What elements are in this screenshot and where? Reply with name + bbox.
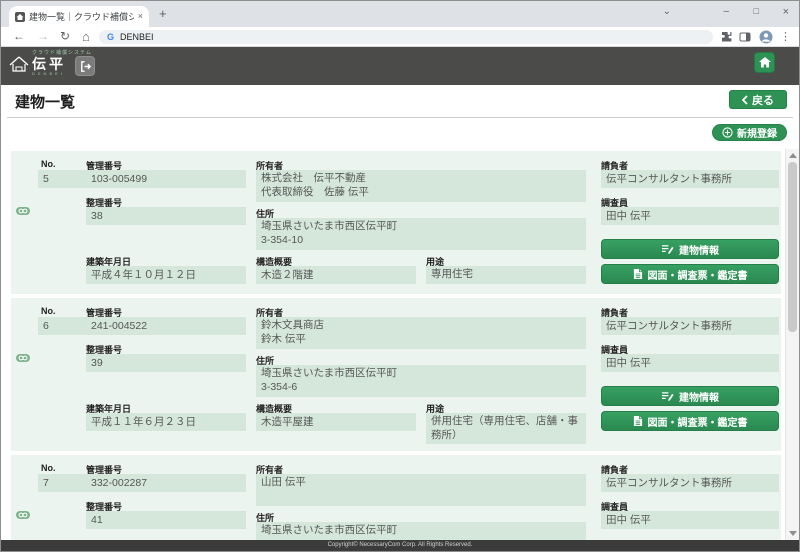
window-minimize-button[interactable]: – — [723, 7, 729, 17]
building-info-label: 建物情報 — [679, 389, 719, 404]
documents-button[interactable]: 図面・調査票・鑑定書 — [601, 264, 779, 284]
ref-no-value: 41 — [86, 511, 246, 529]
page-content: 建物一覧 戻る 新規登録 No. 5 管理番号 103-005499 整理番号 … — [1, 85, 799, 540]
surveyor-value: 田中 伝平 — [601, 511, 779, 529]
new-tab-button[interactable]: + — [159, 6, 167, 21]
contractor-value: 伝平コンサルタント事務所 — [601, 170, 779, 188]
usage-value: 併用住宅（専用住宅、店舗・事務所） — [426, 413, 586, 444]
mgmt-no-value: 332-002287 — [86, 474, 246, 492]
tab-search-chevron-icon[interactable]: ⌄ — [663, 7, 671, 17]
no-label: No. — [41, 159, 56, 169]
structure-value: 木造平屋建 — [256, 413, 416, 431]
building-info-label: 建物情報 — [679, 242, 719, 257]
new-registration-button[interactable]: 新規登録 — [712, 124, 787, 141]
address-value: 埼玉県さいたま市西区伝平町 3-354-10 — [256, 218, 586, 250]
structure-value: 木造２階建 — [256, 266, 416, 284]
browser-home-icon[interactable]: ⌂ — [82, 29, 90, 46]
building-info-button[interactable]: 建物情報 — [601, 239, 779, 259]
link-icon — [16, 207, 30, 215]
scroll-up-icon[interactable] — [789, 153, 797, 158]
profile-avatar[interactable] — [759, 30, 773, 44]
building-info-button[interactable]: 建物情報 — [601, 386, 779, 406]
app-home-button[interactable] — [754, 52, 775, 73]
window-maximize-button[interactable]: □ — [754, 7, 759, 16]
side-panel-icon[interactable] — [739, 31, 751, 43]
back-button[interactable]: 戻る — [729, 90, 787, 109]
documents-label: 図面・調査票・鑑定書 — [648, 414, 748, 429]
new-registration-label: 新規登録 — [737, 125, 777, 140]
no-label: No. — [41, 463, 56, 473]
owner-value: 山田 伝平 — [256, 474, 586, 506]
no-value: 6 — [38, 317, 88, 335]
logout-icon — [79, 60, 92, 73]
vertical-scrollbar[interactable] — [785, 149, 799, 540]
no-value: 5 — [38, 170, 88, 188]
home-icon — [759, 57, 771, 68]
reload-icon[interactable]: ↻ — [60, 29, 70, 45]
url-text: DENBEI — [120, 32, 154, 42]
app-header: クラウド補償システム 伝平 DENBEI — [1, 47, 799, 85]
document-icon — [633, 415, 643, 427]
browser-toolbar: ← → ↻ ⌂ G DENBEI ⋮ — [1, 27, 799, 47]
scroll-down-icon[interactable] — [789, 531, 797, 536]
contractor-value: 伝平コンサルタント事務所 — [601, 474, 779, 492]
chevron-left-icon — [742, 95, 748, 105]
ref-no-value: 39 — [86, 354, 246, 372]
surveyor-value: 田中 伝平 — [601, 207, 779, 225]
copyright-footer: Copyright© NecessaryCom Corp. All Rights… — [1, 540, 799, 551]
forward-icon[interactable]: → — [37, 29, 49, 45]
window-close-button[interactable]: × — [783, 7, 789, 18]
owner-value: 鈴木文具商店 鈴木 伝平 — [256, 317, 586, 349]
title-divider — [7, 117, 793, 118]
address-bar[interactable]: G DENBEI — [99, 30, 713, 44]
house-logo-icon — [9, 56, 29, 72]
google-icon: G — [107, 33, 114, 42]
plus-circle-icon — [722, 127, 733, 138]
link-icon — [16, 354, 30, 362]
owner-value: 株式会社 伝平不動産 代表取締役 佐藤 伝平 — [256, 170, 586, 202]
mgmt-no-value: 241-004522 — [86, 317, 246, 335]
ref-no-value: 38 — [86, 207, 246, 225]
link-icon — [16, 511, 30, 519]
browser-tab[interactable]: 建物一覧｜クラウド補償システム 伝平 × — [9, 6, 149, 27]
surveyor-value: 田中 伝平 — [601, 354, 779, 372]
tab-title: 建物一覧｜クラウド補償システム 伝平 — [29, 10, 134, 23]
edit-list-icon — [661, 244, 674, 255]
building-record: No. 5 管理番号 103-005499 整理番号 38 所有者 株式会社 伝… — [11, 151, 781, 294]
scrollbar-thumb[interactable] — [788, 162, 797, 332]
document-icon — [633, 268, 643, 280]
page-title: 建物一覧 — [15, 91, 75, 112]
logout-button[interactable] — [75, 56, 95, 76]
address-value: 埼玉県さいたま市西区伝平町 3-355-1 — [256, 522, 586, 540]
extensions-icon[interactable] — [721, 31, 733, 43]
usage-value: 専用住宅 — [426, 266, 586, 284]
no-label: No. — [41, 306, 56, 316]
built-date-value: 平成１１年６月２３日 — [86, 413, 246, 431]
building-record: No. 6 管理番号 241-004522 整理番号 39 所有者 鈴木文具商店… — [11, 298, 781, 451]
favicon-denbei-icon — [15, 12, 25, 22]
built-date-value: 平成４年１０月１２日 — [86, 266, 246, 284]
back-button-label: 戻る — [752, 92, 774, 108]
documents-button[interactable]: 図面・調査票・鑑定書 — [601, 411, 779, 431]
tab-close-icon[interactable]: × — [138, 12, 143, 21]
no-value: 7 — [38, 474, 88, 492]
mgmt-no-value: 103-005499 — [86, 170, 246, 188]
back-icon[interactable]: ← — [13, 29, 25, 45]
documents-label: 図面・調査票・鑑定書 — [648, 267, 748, 282]
address-value: 埼玉県さいたま市西区伝平町 3-354-6 — [256, 365, 586, 397]
building-record: No. 7 管理番号 332-002287 整理番号 41 所有者 山田 伝平 … — [11, 455, 781, 540]
browser-window: 建物一覧｜クラウド補償システム 伝平 × + ⌄ – □ × ← → ↻ ⌂ G… — [0, 0, 800, 552]
edit-list-icon — [661, 391, 674, 402]
building-list: No. 5 管理番号 103-005499 整理番号 38 所有者 株式会社 伝… — [1, 149, 799, 540]
contractor-value: 伝平コンサルタント事務所 — [601, 317, 779, 335]
browser-menu-icon[interactable]: ⋮ — [780, 30, 791, 42]
browser-tab-bar: 建物一覧｜クラウド補償システム 伝平 × + ⌄ – □ × — [1, 1, 799, 27]
